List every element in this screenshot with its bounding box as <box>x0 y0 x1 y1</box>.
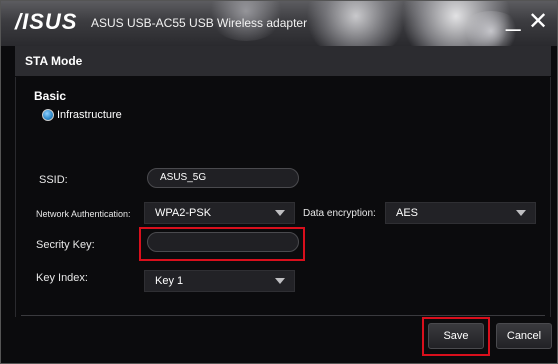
title-bar: /ISUS ASUS USB-AC55 USB Wireless adapter… <box>1 1 557 46</box>
chevron-down-icon <box>516 210 526 216</box>
chevron-down-icon <box>275 278 285 284</box>
key-index-select[interactable]: Key 1 <box>144 270 295 292</box>
close-button[interactable]: ✕ <box>528 10 548 34</box>
key-index-value: Key 1 <box>155 275 184 287</box>
cancel-button[interactable]: Cancel <box>496 323 552 349</box>
chevron-down-icon <box>275 210 285 216</box>
security-key-label: Secrity Key: <box>36 239 95 251</box>
section-title-basic: Basic <box>34 89 67 103</box>
mode-header: STA Mode <box>15 46 551 76</box>
window-title: ASUS USB-AC55 USB Wireless adapter <box>91 16 308 30</box>
data-encryption-select[interactable]: AES <box>385 202 536 224</box>
network-authentication-label: Network Authentication: <box>36 209 131 219</box>
data-encryption-value: AES <box>396 207 419 219</box>
divider <box>21 315 545 316</box>
infrastructure-radio-label[interactable]: Infrastructure <box>57 109 122 121</box>
network-authentication-value: WPA2-PSK <box>155 207 212 219</box>
save-button-highlight <box>422 317 490 356</box>
dialog-window: /ISUS ASUS USB-AC55 USB Wireless adapter… <box>0 0 558 364</box>
minimize-button[interactable]: _ <box>506 4 520 30</box>
ssid-input[interactable]: ASUS_5G <box>147 168 299 188</box>
infrastructure-radio[interactable] <box>42 109 54 121</box>
key-index-label: Key Index: <box>36 272 88 284</box>
ssid-label: SSID: <box>39 174 68 186</box>
data-encryption-label: Data encryption: <box>303 208 376 219</box>
security-key-highlight <box>139 227 305 261</box>
asus-logo: /ISUS <box>15 9 78 34</box>
title-bar-decoration <box>301 1 411 46</box>
mode-header-label: STA Mode <box>25 54 83 68</box>
network-authentication-select[interactable]: WPA2-PSK <box>144 202 295 224</box>
